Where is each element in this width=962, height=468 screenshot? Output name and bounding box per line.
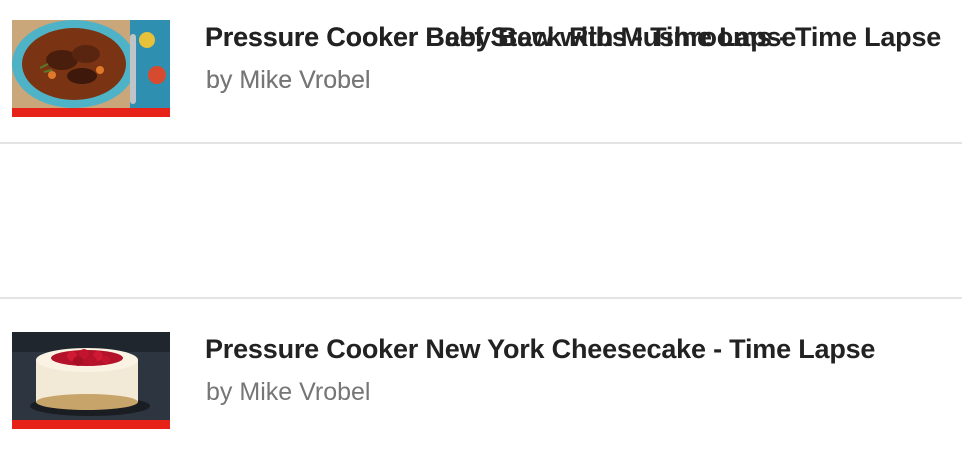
video-item-beef-stew[interactable]: Pressure Cooker Beef Stew with Mushrooms…	[0, 0, 962, 156]
thumbnail-wrapper[interactable]	[12, 332, 170, 429]
cheesecake-image	[12, 332, 170, 420]
video-title[interactable]: Pressure Cooker New York Cheesecake - Ti…	[205, 334, 875, 365]
author-prefix: by	[206, 66, 233, 94]
beef-stew-image	[12, 20, 170, 108]
thumbnail-wrapper[interactable]	[12, 20, 170, 117]
watch-progress-bar	[12, 108, 170, 117]
author-name[interactable]: Mike Vrobel	[239, 378, 370, 406]
video-item-cheesecake[interactable]: Pressure Cooker New York Cheesecake - Ti…	[0, 312, 962, 468]
cheesecake-thumbnail[interactable]	[12, 332, 170, 429]
author-name[interactable]: Mike Vrobel	[239, 66, 370, 94]
beef-stew-thumbnail[interactable]	[12, 20, 170, 117]
author-prefix: by	[206, 378, 233, 406]
video-title[interactable]: Pressure Cooker Beef Stew with Mushrooms…	[205, 22, 941, 53]
divider	[0, 297, 962, 299]
video-list: Pressure Cooker Baby Back Ribs - Time La…	[0, 0, 962, 452]
video-author[interactable]: by Mike Vrobel	[206, 378, 370, 407]
watch-progress-bar	[12, 420, 170, 429]
video-author[interactable]: by Mike Vrobel	[206, 66, 370, 95]
